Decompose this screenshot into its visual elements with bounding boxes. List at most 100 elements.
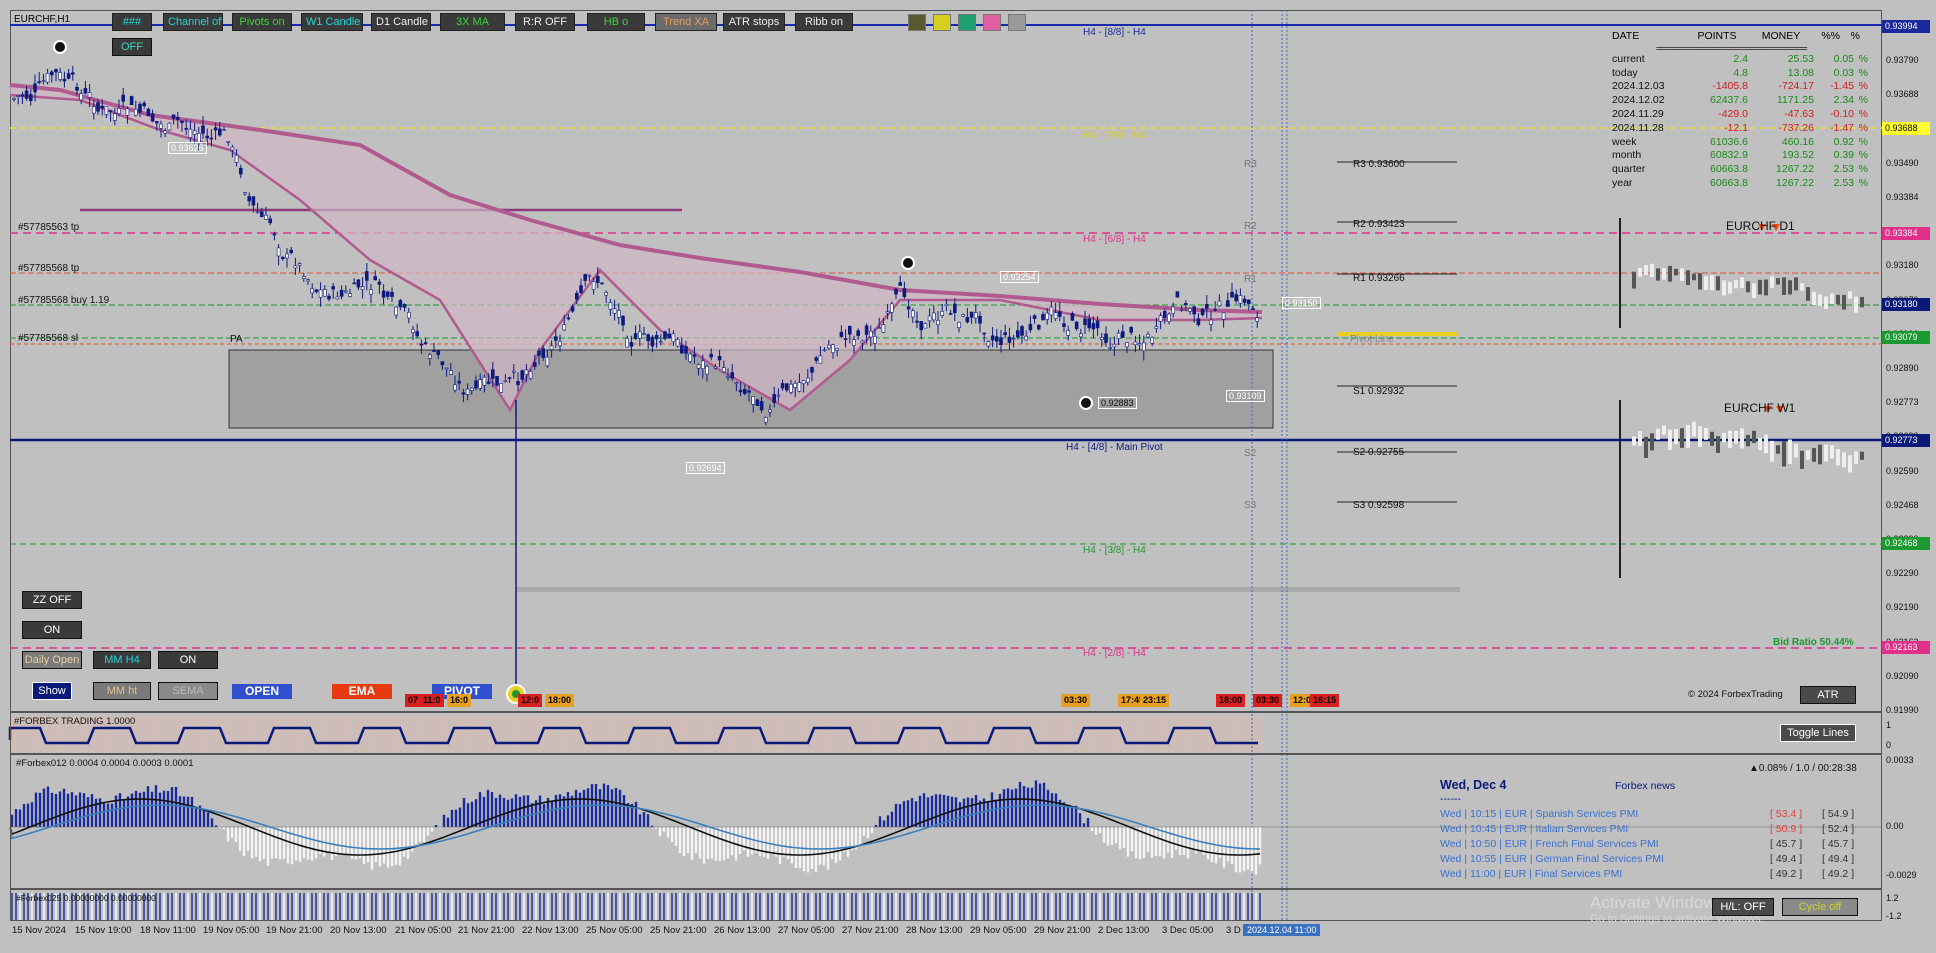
color-swatch[interactable]	[1008, 14, 1026, 31]
candle	[1255, 317, 1259, 322]
candle	[999, 337, 1003, 346]
candle	[1020, 326, 1024, 336]
show-button[interactable]: Show	[32, 682, 72, 700]
gray-bar	[516, 587, 1460, 592]
candle	[289, 249, 294, 254]
daily-open-button[interactable]: Daily Open	[22, 651, 82, 669]
time-tick: 3 Dec 05:00	[1162, 925, 1214, 936]
price-tick: 0.92590	[1886, 465, 1919, 476]
price-tag: 0.92468	[1882, 537, 1930, 550]
stats-date: year	[1612, 176, 1633, 189]
h4-88-label: H4 - [8/8] - H4	[1083, 27, 1146, 38]
news-item[interactable]: Wed | 10:50 | EUR | French Final Service…	[1440, 837, 1659, 852]
candle	[310, 288, 315, 294]
toolbar-button[interactable]: Pivots on	[232, 13, 292, 31]
stats-points: -12.1	[1724, 121, 1748, 134]
mini-w1-candle	[1644, 436, 1648, 458]
candle	[633, 333, 638, 339]
candle	[902, 288, 907, 298]
candle	[41, 80, 46, 82]
toolbar-button[interactable]: HB o	[587, 13, 645, 31]
toolbar-button[interactable]: ###	[112, 13, 152, 31]
mm-h4-button[interactable]: MM H4	[93, 651, 151, 669]
stats-pct: -0.10	[1830, 107, 1854, 120]
mini-w1-candle	[1722, 432, 1726, 443]
mini-d1-candle	[1710, 275, 1714, 291]
candle	[797, 382, 802, 392]
candle	[667, 333, 672, 339]
candle	[83, 88, 88, 94]
stats-points: -429.0	[1718, 107, 1748, 120]
h4-78-label: H4 - [7/8] - H4	[1083, 130, 1146, 141]
open-label[interactable]: OPEN	[232, 684, 292, 699]
candle	[549, 345, 554, 350]
cycle-off-button[interactable]: Cycle off	[1782, 898, 1858, 916]
news-item[interactable]: Wed | 10:55 | EUR | German Final Service…	[1440, 852, 1664, 867]
mini-d1-candle	[1716, 276, 1720, 291]
candle	[511, 370, 516, 373]
candle	[201, 125, 205, 134]
indicator1-panel[interactable]	[10, 712, 1882, 754]
stats-col-date: DATE	[1612, 30, 1640, 42]
zz-off-button[interactable]: ZZ OFF	[22, 591, 82, 609]
toolbar-button[interactable]: ATR stops	[723, 13, 785, 31]
candle	[625, 338, 630, 348]
candle	[1116, 332, 1121, 339]
hl-off-button[interactable]: H/L: OFF	[1712, 898, 1774, 916]
pivot-s2: S2 0.92755	[1353, 447, 1405, 458]
candle	[482, 376, 487, 386]
toolbar-button[interactable]: Ribb on	[795, 13, 853, 31]
candle	[751, 396, 756, 405]
stats-header: DATE POINTS MONEY %% %	[1606, 30, 1868, 44]
off-button[interactable]: OFF	[112, 38, 152, 56]
candle	[419, 343, 424, 346]
toolbar-button[interactable]: R:R OFF	[515, 13, 575, 31]
mini-d1-candle	[1698, 273, 1702, 290]
toolbar-button[interactable]: W1 Candle	[301, 13, 363, 31]
candle	[864, 325, 869, 335]
candle	[1121, 331, 1125, 338]
candle	[398, 300, 403, 308]
news-item[interactable]: Wed | 11:00 | EUR | Final Services PMI	[1440, 867, 1622, 882]
mini-w1-candle	[1632, 436, 1636, 446]
stats-pct: 0.05	[1833, 52, 1854, 65]
stats-unit: %	[1858, 66, 1868, 79]
candle	[176, 117, 180, 120]
on-button[interactable]: ON	[22, 621, 82, 639]
candle	[692, 354, 697, 357]
callout-price: 0.92694	[686, 462, 725, 474]
toolbar-button[interactable]: Trend XA	[655, 13, 717, 31]
candle	[608, 302, 613, 310]
watermark-title: Activate Windows	[1590, 893, 1725, 912]
on2-button[interactable]: ON	[158, 651, 218, 669]
candle	[276, 247, 281, 257]
color-swatch[interactable]	[933, 14, 951, 31]
color-swatch[interactable]	[908, 14, 926, 31]
candle	[335, 296, 340, 300]
mm-ht-button[interactable]: MM ht	[93, 682, 151, 700]
toolbar-button[interactable]: Channel off	[163, 13, 223, 31]
candle	[747, 390, 751, 393]
candle	[944, 303, 949, 307]
toggle-lines-button[interactable]: Toggle Lines	[1780, 724, 1856, 742]
toolbar-button[interactable]: 3X MA	[440, 13, 505, 31]
ema-label[interactable]: EMA	[332, 684, 392, 699]
stats-rows: current 2.4 25.53 0.05% today 4.8 13.08 0.03% 20…	[1606, 53, 1868, 191]
mini-d1-candle	[1746, 281, 1750, 293]
color-swatch[interactable]	[983, 14, 1001, 31]
candle	[259, 211, 264, 218]
candle	[957, 321, 961, 328]
candle	[197, 133, 201, 143]
price-tag: 0.93994	[1882, 20, 1930, 33]
toolbar-button[interactable]: D1 Candle	[371, 13, 431, 31]
mini-w1-candle	[1698, 426, 1702, 447]
candle	[75, 86, 79, 91]
atr-button[interactable]: ATR	[1800, 686, 1856, 704]
news-item[interactable]: Wed | 10:15 | EUR | Spanish Services PMI	[1440, 807, 1638, 822]
stats-row: 2024.12.02 62437.6 1171.25 2.34%	[1606, 94, 1868, 108]
color-swatch[interactable]	[958, 14, 976, 31]
news-item[interactable]: Wed | 10:45 | EUR | Italian Services PMI	[1440, 822, 1628, 837]
sema-button[interactable]: SEMA	[158, 682, 218, 700]
candle	[1192, 306, 1196, 315]
candle	[1125, 342, 1129, 348]
